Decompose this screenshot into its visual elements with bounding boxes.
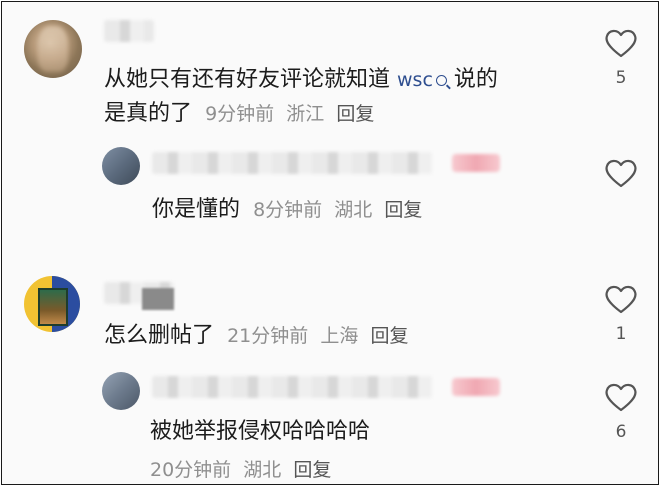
comment-text: 怎么删帖了 21分钟前 上海 回复 (104, 323, 409, 348)
comment-location: 浙江 (286, 103, 325, 125)
comment-text-line2: 是真的了 9分钟前 浙江 回复 (104, 101, 375, 126)
heart-outline-icon (605, 383, 637, 412)
reply-text: 被她举报侵权哈哈哈哈 (150, 419, 371, 444)
comment-text: 从她只有还有好友评论就知道 wsc 说的 (104, 67, 498, 92)
reply-text: 你是懂的 8分钟前 湖北 回复 (152, 197, 423, 222)
reply-meta: 20分钟前 湖北 回复 (150, 454, 331, 484)
username-blurred[interactable] (152, 376, 432, 398)
heart-outline-icon (605, 285, 637, 314)
username-blurred[interactable] (104, 20, 154, 42)
like-button[interactable] (604, 28, 638, 58)
like-count: 5 (615, 68, 627, 88)
like-count: 6 (615, 422, 627, 442)
comment-location: 上海 (320, 325, 359, 347)
comment-time: 21分钟前 (227, 325, 309, 347)
reply-button[interactable]: 回复 (336, 103, 374, 125)
username-blurred[interactable] (152, 152, 432, 174)
username-blurred-block (142, 288, 174, 310)
avatar[interactable] (24, 20, 82, 78)
heart-outline-icon (605, 159, 637, 188)
comment-location: 湖北 (334, 199, 373, 221)
user-badge (452, 154, 500, 172)
comment-location: 湖北 (243, 459, 282, 481)
comment-time: 8分钟前 (253, 199, 323, 221)
like-button[interactable] (604, 158, 638, 188)
like-button[interactable] (604, 382, 638, 412)
like-button[interactable] (604, 284, 638, 314)
search-keyword-link[interactable]: wsc (397, 69, 447, 91)
heart-outline-icon (605, 29, 637, 58)
comment-time: 20分钟前 (150, 459, 232, 481)
reply-button[interactable]: 回复 (370, 325, 408, 347)
user-badge (452, 378, 500, 396)
reply-button[interactable]: 回复 (293, 459, 331, 481)
search-icon (435, 75, 447, 86)
comment-time: 9分钟前 (205, 103, 275, 125)
comment-thread: 从她只有还有好友评论就知道 wsc 说的 是真的了 9分钟前 浙江 回复 5 你… (1, 1, 659, 485)
avatar[interactable] (102, 147, 140, 185)
avatar[interactable] (24, 276, 80, 332)
like-count: 1 (615, 324, 627, 344)
avatar[interactable] (102, 372, 140, 410)
reply-button[interactable]: 回复 (384, 199, 422, 221)
